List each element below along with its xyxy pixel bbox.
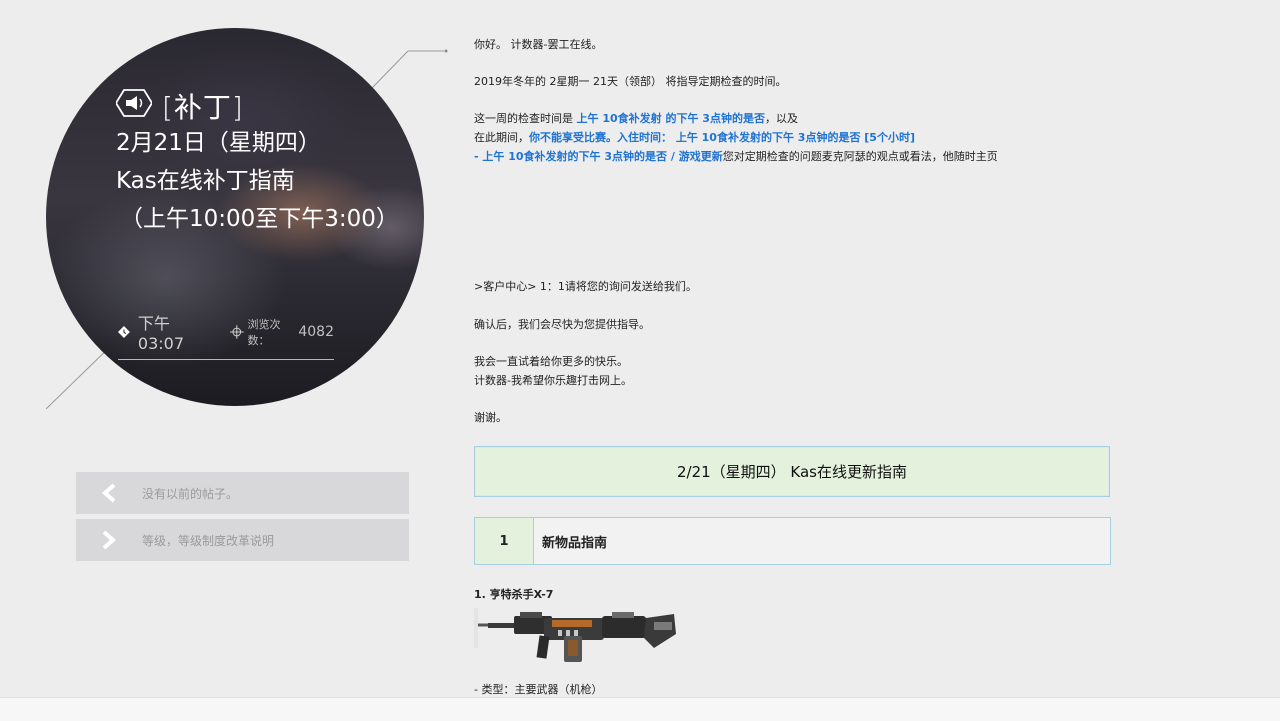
views-label: 浏览次数：: [247, 317, 281, 347]
views-count: 4082: [298, 323, 334, 340]
maintenance-line-2: 在此期间，你不能享受比赛。入住时间： 上午 10食补发射的下午 3点钟的是否 […: [474, 131, 915, 144]
prev-post-button[interactable]: 没有以前的帖子。: [76, 472, 409, 514]
hero-title: Kas在线补丁指南: [116, 168, 295, 194]
confirm-text: 确认后，我们会尽快为您提供指导。: [474, 318, 650, 331]
hero-date: 2月21日（星期四）: [116, 130, 321, 156]
chevron-left-icon: [76, 472, 142, 514]
hero-time-range: （上午10:00至下午3:00）: [120, 206, 399, 232]
section-header-row: 1 新物品指南: [474, 517, 1111, 565]
next-post-label: 等级，等级制度改革说明: [142, 533, 275, 548]
prev-post-label: 没有以前的帖子。: [142, 486, 239, 501]
greeting-text: 你好。 计数器-罢工在线。: [474, 38, 603, 51]
next-post-button[interactable]: 等级，等级制度改革说明: [76, 519, 409, 561]
chevron-right-icon: [76, 519, 142, 561]
hero-text: [补丁] 2月21日（星期四） Kas在线补丁指南 （上午10:00至下午3:0…: [116, 86, 399, 238]
hero-tag: [补丁]: [162, 91, 244, 124]
wish-text: 计数器-我希望你乐趣打击网上。: [474, 374, 632, 387]
post-time: 下午03:07: [137, 314, 185, 353]
schedule-intro-text: 2019年冬年的 2星期一 21天（领部） 将指导定期检查的时间。: [474, 75, 787, 88]
thanks-text: 谢谢。: [474, 411, 507, 424]
hero-tag-row: [补丁]: [116, 86, 399, 124]
item-type: - 类型：主要武器（机枪）: [474, 683, 603, 696]
maintenance-line-3: - 上午 10食补发射的下午 3点钟的是否 / 游戏更新您对定期检查的问题麦克阿…: [474, 150, 998, 163]
megaphone-icon: [116, 89, 152, 117]
crosshair-icon: [229, 324, 244, 339]
item-title: 1. 亨特杀手X-7: [474, 588, 554, 601]
support-text: >客户中心> 1：1请将您的询问发送给我们。: [474, 280, 697, 293]
post-meta: 下午03:07 浏览次数： 4082: [118, 310, 334, 360]
section-number: 1: [475, 518, 534, 564]
maintenance-line-1: 这一周的检查时间是 上午 10食补发射 的下午 3点钟的是否，以及: [474, 112, 798, 125]
weapon-image: [474, 608, 676, 662]
hero-banner: [补丁] 2月21日（星期四） Kas在线补丁指南 （上午10:00至下午3:0…: [46, 28, 424, 406]
bottom-bar: [0, 697, 1280, 721]
update-guide-banner: 2/21（星期四） Kas在线更新指南: [474, 446, 1110, 497]
clock-diamond-icon: [118, 325, 130, 338]
fun-text: 我会一直试着给你更多的快乐。: [474, 355, 628, 368]
section-title: 新物品指南: [542, 535, 608, 551]
